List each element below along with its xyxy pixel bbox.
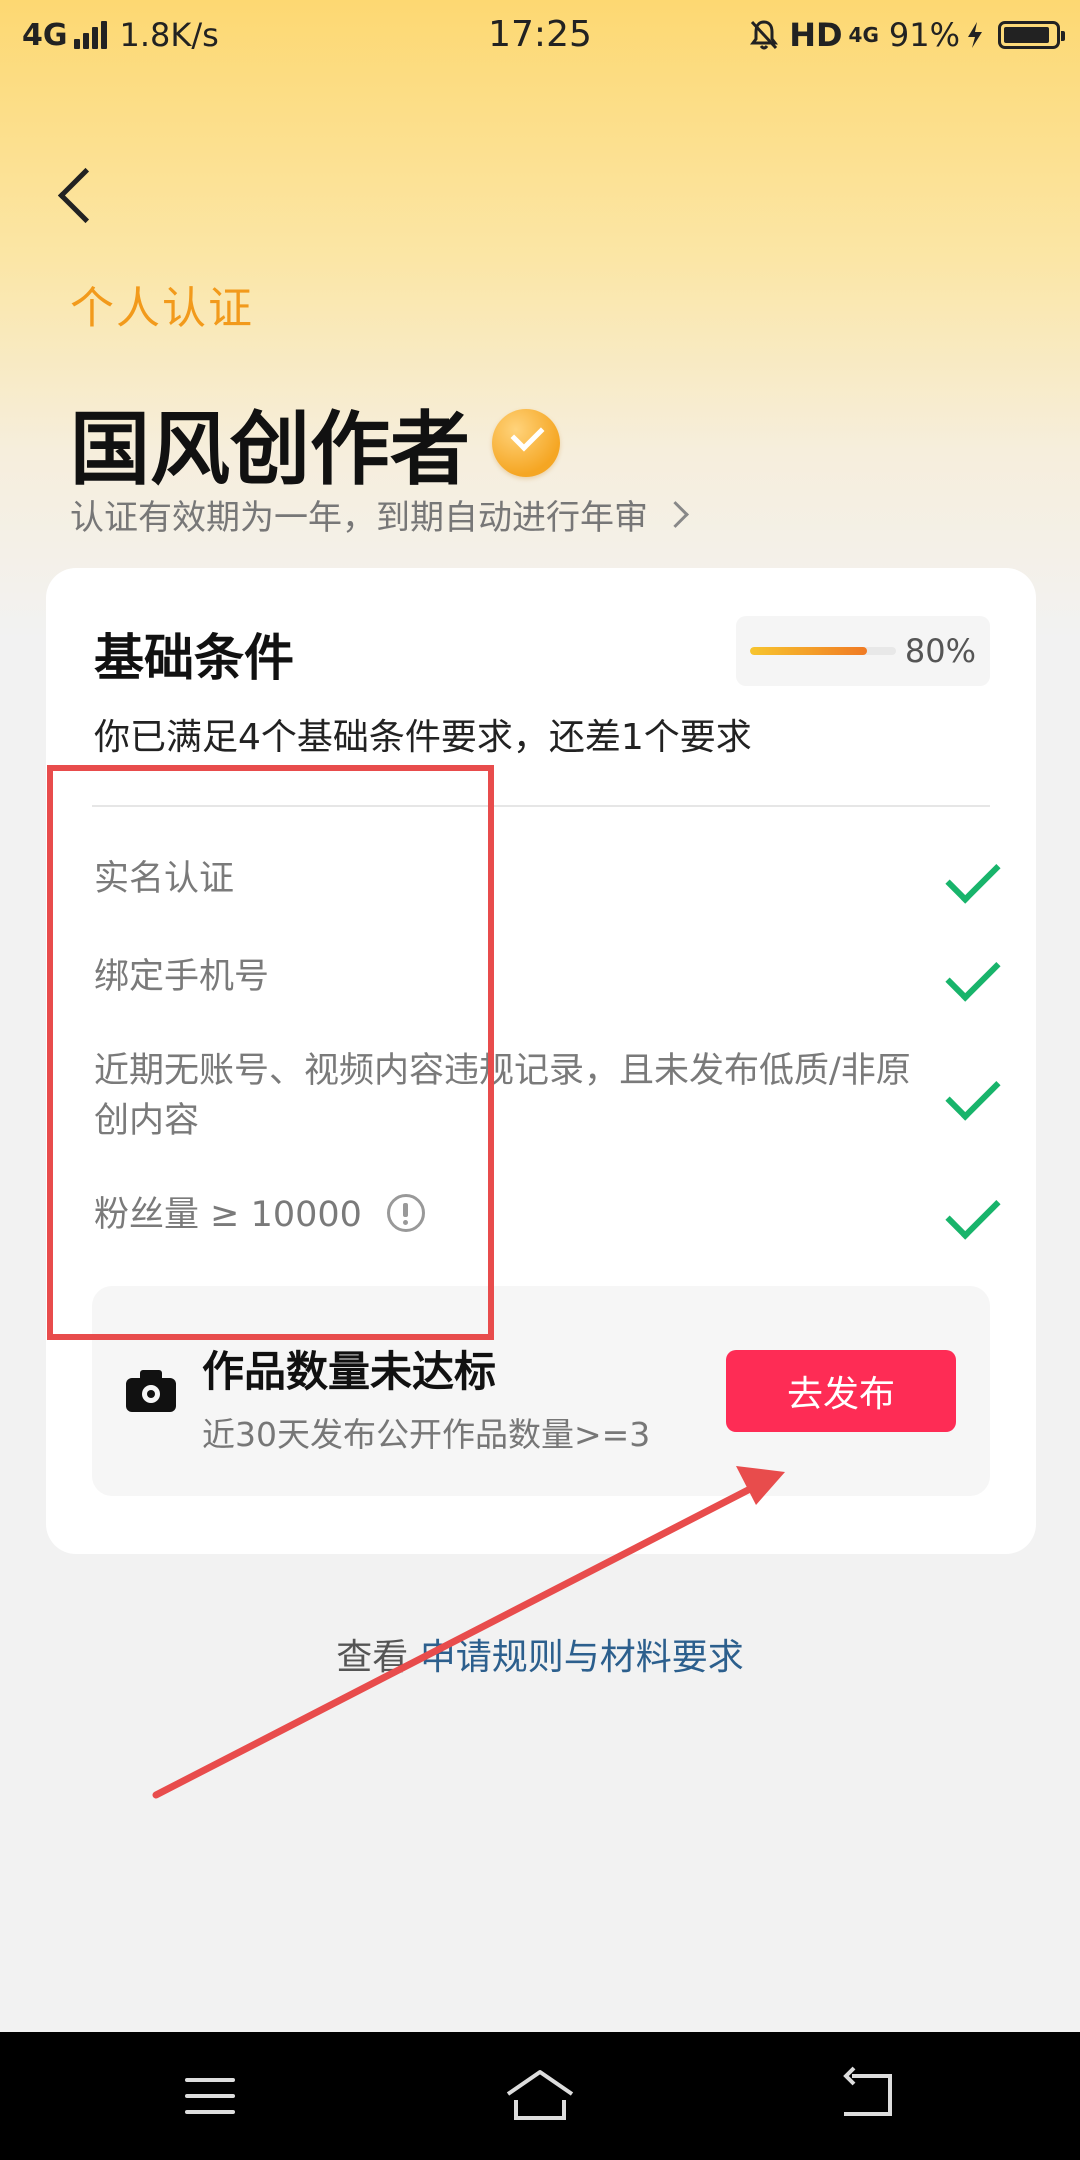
return-icon bbox=[843, 2066, 892, 2116]
requirement-label: 实名认证 bbox=[94, 859, 235, 899]
progress-indicator: 80% bbox=[736, 616, 990, 686]
divider bbox=[92, 805, 990, 807]
check-icon bbox=[942, 864, 982, 904]
hd-indicator: HD bbox=[789, 16, 843, 54]
title-row: 国风创作者 bbox=[70, 385, 560, 501]
section-label: 个人认证 bbox=[70, 283, 254, 334]
back-nav-button[interactable] bbox=[818, 2060, 918, 2132]
requirement-label-row: 粉丝量 ≥ 10000 bbox=[94, 1190, 914, 1240]
verified-badge-icon bbox=[492, 409, 560, 477]
requirement-label: 绑定手机号 bbox=[94, 957, 270, 997]
requirement-item-real-name: 实名认证 bbox=[94, 854, 990, 904]
card-summary: 你已满足4个基础条件要求，还差1个要求 bbox=[94, 717, 752, 758]
requirements-card: 基础条件 80% 你已满足4个基础条件要求，还差1个要求 实名认证 绑定手机号 … bbox=[46, 568, 1036, 1554]
network-small: 4G bbox=[848, 23, 879, 47]
menu-nav-button[interactable] bbox=[160, 2060, 260, 2132]
validity-link[interactable]: 认证有效期为一年，到期自动进行年审 bbox=[70, 490, 689, 539]
pending-requirement: 作品数量未达标 近30天发布公开作品数量>=3 去发布 bbox=[92, 1286, 990, 1496]
system-nav-bar bbox=[0, 2032, 1080, 2160]
status-right: HD 4G 91% bbox=[749, 16, 1065, 54]
battery-percent: 91% bbox=[888, 16, 960, 54]
status-bar: 4G 1.8K/s 17:25 HD 4G 91% bbox=[0, 0, 1080, 72]
card-title: 基础条件 bbox=[94, 629, 294, 687]
home-nav-button[interactable] bbox=[490, 2060, 590, 2132]
back-button[interactable] bbox=[50, 160, 110, 230]
chevron-right-icon bbox=[662, 501, 689, 528]
rules-prefix: 查看 bbox=[336, 1637, 420, 1678]
requirement-label: 近期无账号、视频内容违规记录，且未发布低质/非原创内容 bbox=[94, 1051, 911, 1141]
publish-button[interactable]: 去发布 bbox=[726, 1350, 956, 1432]
pending-desc: 近30天发布公开作品数量>=3 bbox=[202, 1415, 651, 1454]
progress-fill bbox=[750, 647, 867, 655]
page-title: 国风创作者 bbox=[70, 403, 470, 496]
rules-link[interactable]: 申请规则与材料要求 bbox=[420, 1637, 744, 1678]
check-icon bbox=[942, 962, 982, 1002]
check-icon bbox=[942, 1200, 982, 1240]
progress-track bbox=[750, 647, 896, 655]
rules-link-row: 查看 申请规则与材料要求 bbox=[0, 1628, 1080, 1680]
requirement-label: 粉丝量 ≥ 10000 bbox=[94, 1195, 362, 1235]
validity-text: 认证有效期为一年，到期自动进行年审 bbox=[70, 498, 648, 538]
requirement-item-followers: 粉丝量 ≥ 10000 bbox=[94, 1190, 990, 1240]
info-icon[interactable] bbox=[387, 1194, 426, 1232]
home-icon bbox=[506, 2070, 574, 2120]
screen: 4G 1.8K/s 17:25 HD 4G 91% 个人认证 国风创作者 认证有… bbox=[0, 0, 1080, 2160]
pending-title: 作品数量未达标 bbox=[202, 1347, 497, 1396]
charging-icon bbox=[968, 22, 982, 48]
requirement-item-phone: 绑定手机号 bbox=[94, 952, 990, 1002]
mute-bell-icon bbox=[750, 20, 779, 50]
camera-icon bbox=[126, 1370, 176, 1412]
check-icon bbox=[942, 1081, 982, 1121]
battery-level bbox=[1004, 27, 1049, 43]
requirement-item-no-violation: 近期无账号、视频内容违规记录，且未发布低质/非原创内容 bbox=[94, 1046, 990, 1146]
battery-icon bbox=[998, 21, 1065, 49]
progress-text: 80% bbox=[904, 632, 976, 670]
